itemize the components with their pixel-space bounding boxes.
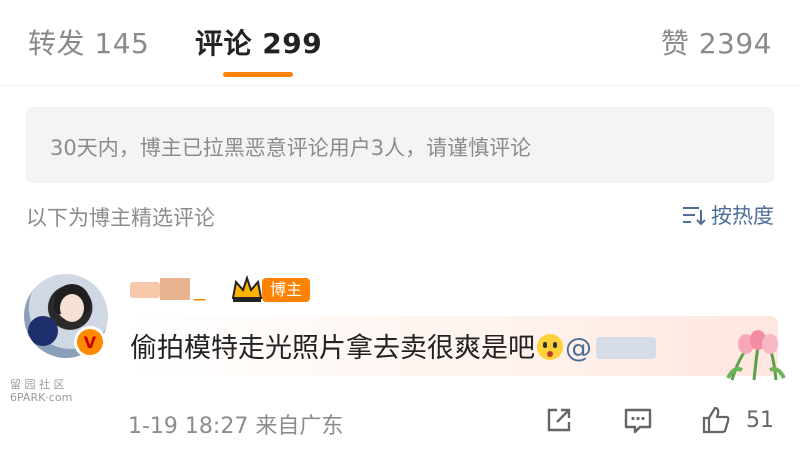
tab-comment-count: 299 <box>262 27 323 60</box>
comment-tabs: 转发 145 评论 299 赞 2394 <box>0 0 800 84</box>
tab-repost-count: 145 <box>94 27 150 60</box>
tab-like-count: 2394 <box>698 27 772 60</box>
username-suffix: _ <box>194 276 205 301</box>
mention-redacted <box>596 337 656 359</box>
blogger-tag: 博主 <box>262 278 311 302</box>
crown-icon <box>231 274 263 302</box>
filter-row: 以下为博主精选评论 按热度 <box>0 196 800 236</box>
comment-actions: 51 <box>0 402 800 442</box>
notice-text: 30天内，博主已拉黑恶意评论用户3人，请谨慎评论 <box>50 136 532 160</box>
avatar-face <box>60 294 84 322</box>
tab-like-label: 赞 <box>660 27 690 60</box>
mention-at: @ <box>565 333 592 364</box>
tab-repost[interactable]: 转发 145 <box>28 22 149 62</box>
tab-comment[interactable]: 评论 299 <box>195 22 322 62</box>
comment-body: 偷拍模特走光照片拿去卖很爽是吧 <box>130 333 535 364</box>
tab-comment-label: 评论 <box>195 27 253 60</box>
tabs-divider <box>0 85 800 86</box>
sort-label: 按热度 <box>711 204 774 228</box>
tab-like[interactable]: 赞 2394 <box>661 22 772 62</box>
share-icon[interactable] <box>543 404 575 436</box>
thumbs-up-icon[interactable] <box>700 404 732 436</box>
active-tab-indicator <box>223 72 293 77</box>
watermark: 留 园 社 区 6PARK·com <box>10 378 72 404</box>
username-redacted-part <box>130 282 160 298</box>
tulip-decoration-icon <box>726 330 786 381</box>
mention-link[interactable]: @ <box>565 333 656 364</box>
verified-badge-icon: V <box>74 326 106 358</box>
surprised-emoji-icon <box>537 334 563 360</box>
username[interactable]: _ <box>130 276 214 302</box>
like-count: 51 <box>746 408 774 433</box>
filter-label: 以下为博主精选评论 <box>26 206 215 230</box>
username-redacted-part <box>160 278 190 300</box>
sort-by-hot-button[interactable]: 按热度 <box>681 200 774 230</box>
watermark-line1: 留 园 社 区 <box>10 378 65 391</box>
tab-repost-label: 转发 <box>28 27 86 60</box>
comment-notice: 30天内，博主已拉黑恶意评论用户3人，请谨慎评论 <box>26 107 774 183</box>
comment-icon[interactable] <box>622 404 654 436</box>
comment-text[interactable]: 偷拍模特走光照片拿去卖很爽是吧 @ <box>130 326 656 365</box>
sort-icon <box>683 207 706 226</box>
avatar-ball <box>28 316 58 346</box>
